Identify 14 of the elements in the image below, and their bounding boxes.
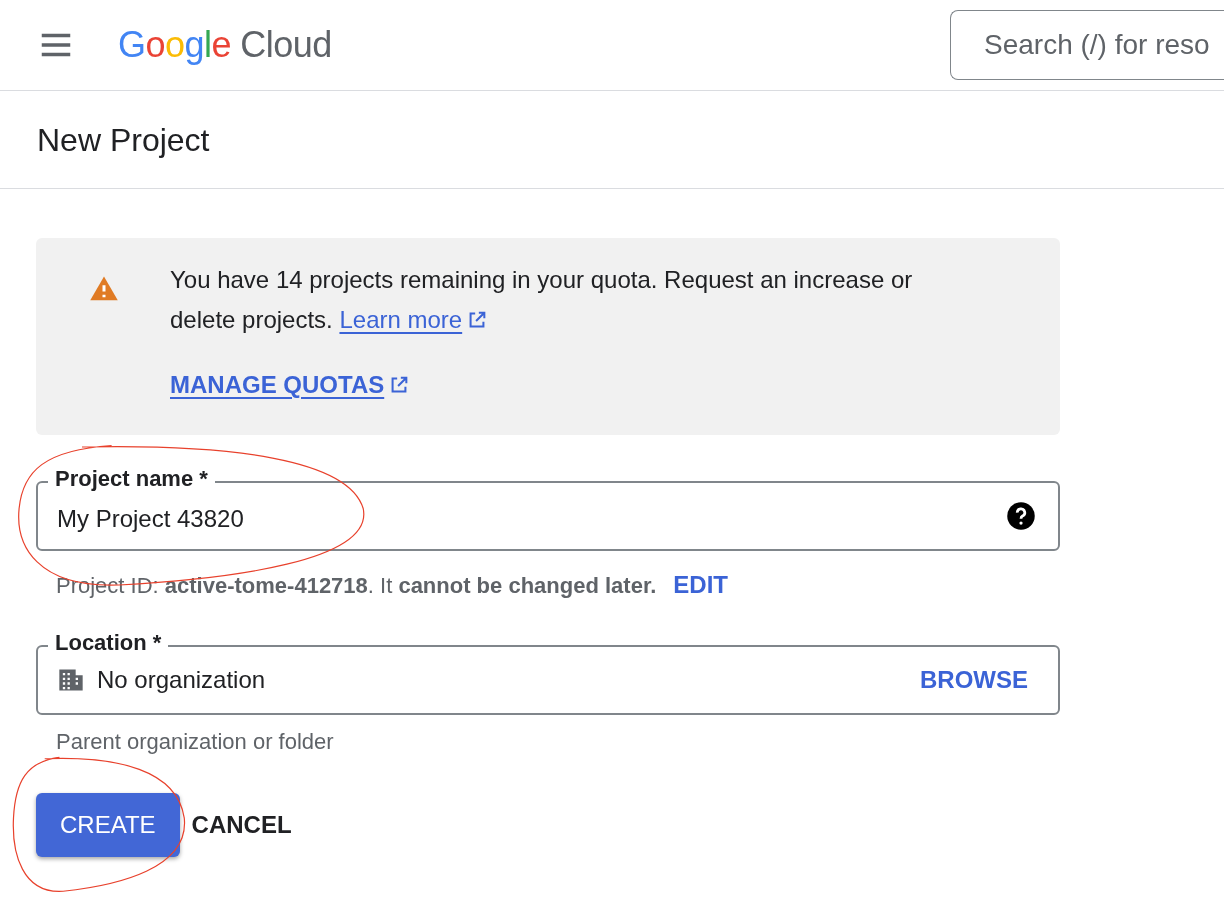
cancel-button[interactable]: CANCEL	[191, 793, 292, 857]
learn-more-link[interactable]: Learn more	[339, 306, 489, 333]
browse-button[interactable]: BROWSE	[920, 662, 1028, 698]
location-value: No organization	[97, 665, 267, 695]
project-name-input[interactable]: My Project 43820	[57, 495, 1006, 537]
edit-link[interactable]: EDIT	[673, 567, 728, 603]
search-field[interactable]: Search (/) for reso	[950, 10, 1224, 80]
location-hint: Parent organization or folder	[55, 728, 335, 756]
page-title: New Project	[37, 120, 210, 160]
google-cloud-logo[interactable]: Google Cloud	[118, 18, 332, 72]
manage-quotas-link[interactable]: MANAGE QUOTAS	[170, 367, 411, 403]
create-button[interactable]: CREATE	[36, 793, 180, 857]
help-icon[interactable]	[1006, 501, 1036, 531]
quota-message: You have 14 projects remaining in your quota. Request an increase or delete projects. Learn more	[170, 265, 914, 335]
